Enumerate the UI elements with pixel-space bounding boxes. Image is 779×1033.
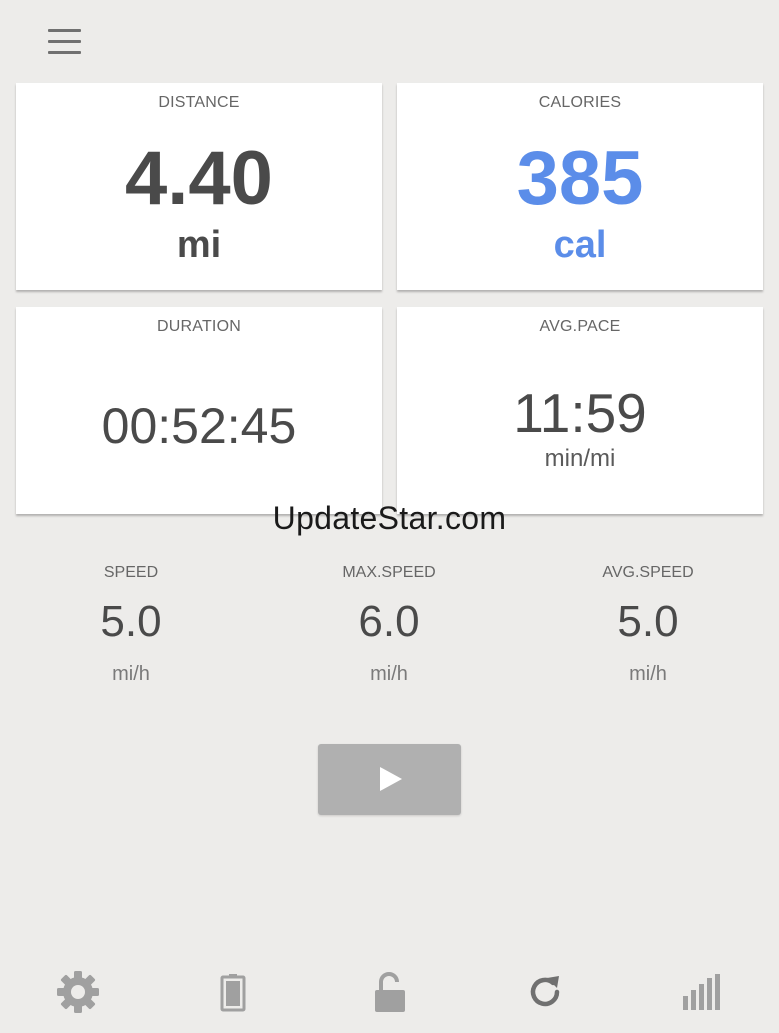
menu-button[interactable] — [46, 27, 84, 57]
play-button[interactable] — [318, 744, 461, 815]
gear-icon — [57, 971, 99, 1013]
hamburger-menu-icon-bar — [48, 40, 81, 43]
max-speed-value: 6.0 — [358, 597, 420, 646]
settings-button[interactable] — [54, 968, 102, 1016]
distance-value: 4.40 — [125, 136, 273, 221]
max-speed-unit: mi/h — [370, 663, 408, 685]
max-speed-label: MAX.SPEED — [342, 564, 436, 581]
lock-icon — [375, 972, 405, 1012]
play-icon — [380, 767, 402, 791]
speed-stat: SPEED 5.0 mi/h — [11, 562, 251, 686]
calories-unit: cal — [553, 224, 607, 266]
speed-label: SPEED — [103, 564, 159, 581]
avg-pace-label: AVG.PACE — [539, 318, 621, 335]
hamburger-menu-icon-bar — [48, 51, 81, 54]
distance-label: DISTANCE — [158, 94, 240, 111]
distance-unit: mi — [176, 224, 222, 266]
max-speed-stat: MAX.SPEED 6.0 mi/h — [269, 562, 509, 686]
avg-speed-label: AVG.SPEED — [602, 564, 694, 581]
calories-card: CALORIES 385 cal — [397, 83, 763, 290]
speed-unit: mi/h — [112, 663, 150, 685]
calories-value: 385 — [516, 136, 644, 221]
avg-pace-value: 11:59 — [513, 382, 647, 444]
watermark-text: UpdateStar.com — [272, 500, 507, 536]
calories-label: CALORIES — [538, 94, 622, 111]
stats-button[interactable] — [677, 968, 725, 1016]
distance-card: DISTANCE 4.40 mi — [16, 83, 382, 290]
lock-button[interactable] — [365, 968, 413, 1016]
avg-speed-value: 5.0 — [617, 597, 679, 646]
speed-value: 5.0 — [100, 597, 162, 646]
hamburger-menu-icon-bar — [48, 29, 81, 32]
duration-value: 00:52:45 — [101, 398, 297, 454]
duration-card: DURATION 00:52:45 — [16, 307, 382, 514]
refresh-icon — [530, 976, 560, 1007]
refresh-button[interactable] — [521, 968, 569, 1016]
duration-label: DURATION — [157, 318, 241, 335]
bar-chart-icon — [683, 974, 720, 1010]
avg-speed-stat: AVG.SPEED 5.0 mi/h — [528, 562, 768, 686]
avg-pace-card: AVG.PACE 11:59 min/mi — [397, 307, 763, 514]
avg-speed-unit: mi/h — [629, 663, 667, 685]
avg-pace-unit: min/mi — [544, 445, 616, 472]
battery-button[interactable] — [209, 968, 257, 1016]
battery-icon — [220, 974, 246, 1012]
